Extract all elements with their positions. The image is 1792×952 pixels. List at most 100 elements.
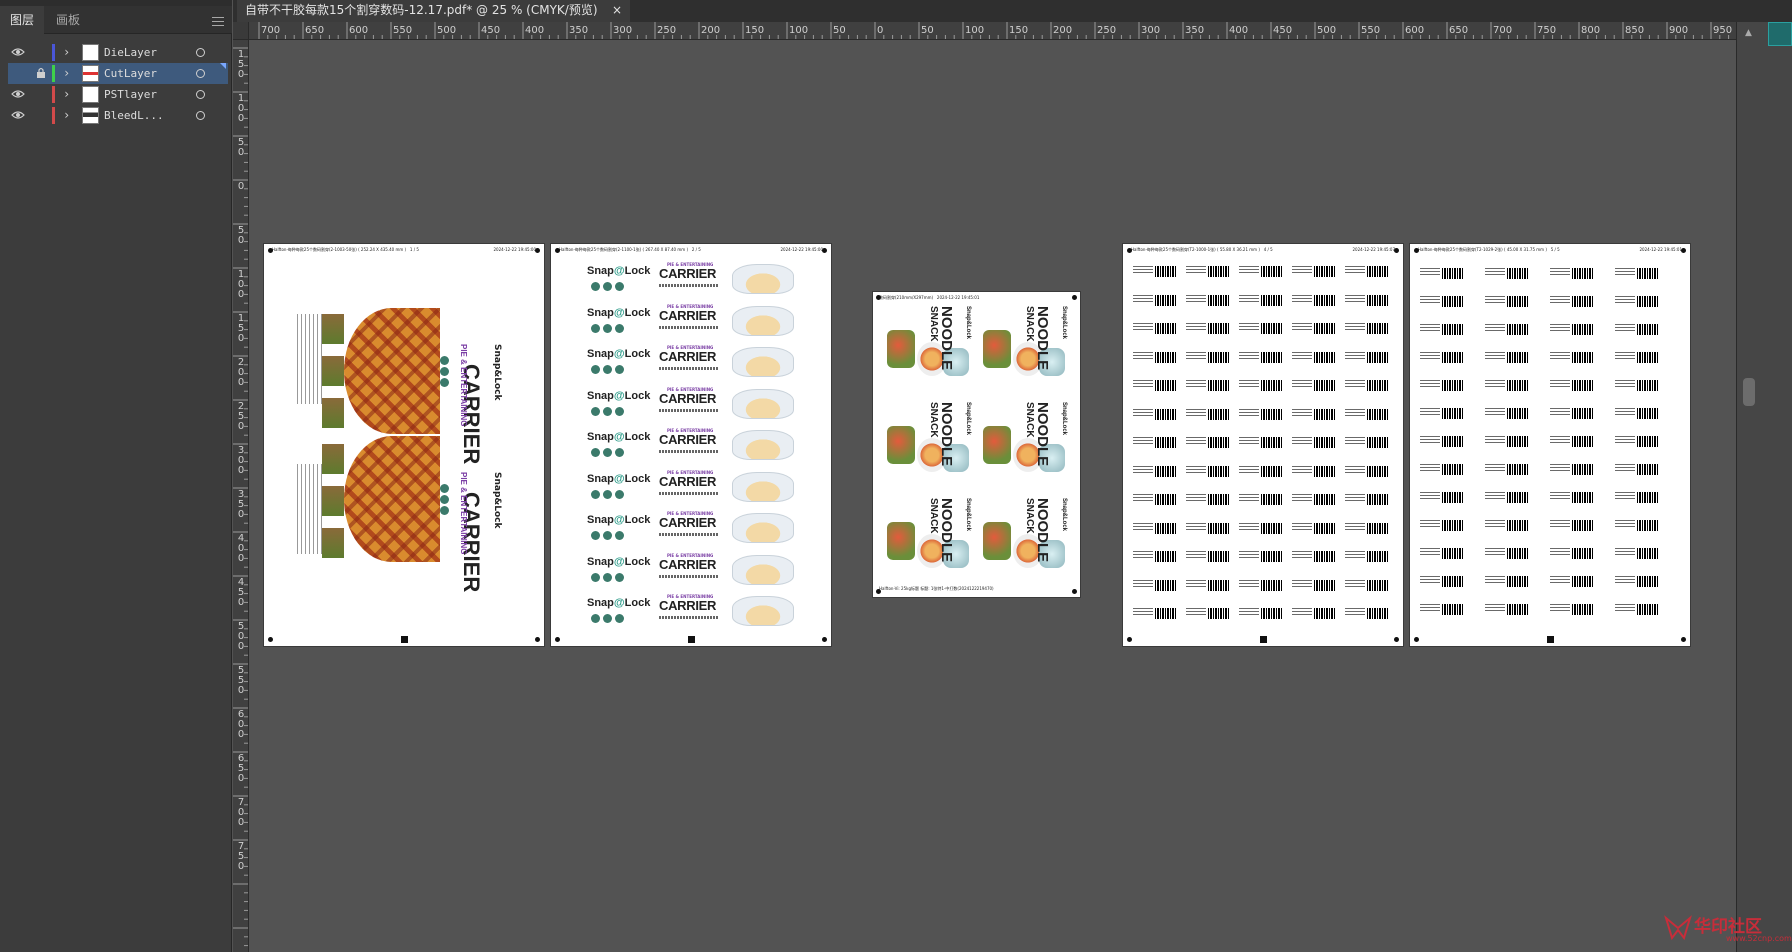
label-text [1615,492,1635,500]
container-image [732,554,794,585]
barcode [1261,380,1283,391]
barcode [1261,465,1283,477]
eye-icon[interactable] [11,46,25,58]
pie-image [344,436,440,562]
product-fine-text [659,325,719,329]
horizontal-ruler[interactable]: 700 650 600 550 500 450 400 350 300 250 200 150 100 5… [249,22,1736,40]
barcode [1367,437,1389,448]
label-text [1550,436,1570,444]
barcode [1442,604,1464,615]
registration-mark [535,248,540,253]
chevron-right-icon[interactable]: › [63,44,75,60]
tab-artboards[interactable]: 画板 [46,6,90,34]
ruler-origin[interactable] [233,22,249,40]
lock-icon[interactable] [35,67,47,79]
ruler-label: 0 [237,181,245,192]
label-text [1133,465,1153,474]
artboard-4[interactable]: Halfton-每种每款25个数码割穿(T2-1000-1张) ( 55.80 … [1123,244,1403,646]
registration-mark [822,637,827,642]
ruler-label: 250 [1097,25,1117,36]
barcode [1637,408,1659,419]
layer-target-circle[interactable] [196,69,205,78]
barcode [1208,294,1230,306]
label-text [1615,604,1635,612]
carrier-row: Snap@Lock PIE & ENTERTAINING CARRIER [587,387,794,423]
label-text [1186,494,1206,502]
barcode [1442,436,1464,447]
layer-color-bar [52,65,55,82]
layer-target-circle[interactable] [196,111,205,120]
dock-panel-icon[interactable] [1768,22,1792,46]
document-title: 自带不干胶每款15个割穿数码-12.17.pdf* @ 25 % (CMYK/预… [245,3,598,17]
chevron-right-icon[interactable]: › [63,107,75,123]
tab-layers[interactable]: 图层 [0,6,45,34]
barcode [1367,494,1389,505]
barcode [1442,548,1464,559]
barcode [1314,465,1336,477]
layer-row-cutlayer[interactable]: › CutLayer [8,63,228,84]
layer-row-dielayer[interactable]: › DieLayer [8,42,228,63]
chevron-right-icon[interactable]: › [63,65,75,81]
layer-name[interactable]: BleedL... [104,105,164,126]
ruler-label: 50 [237,137,245,158]
barcode [1208,408,1230,420]
chevron-right-icon[interactable]: › [63,86,75,102]
barcode [1155,408,1177,420]
layer-target-circle[interactable] [196,90,205,99]
barcode [1442,296,1464,307]
food-image [322,314,344,344]
scrollbar-thumb[interactable] [1743,378,1755,406]
ruler-label: 100 [237,269,245,300]
ruler-label: 600 [1405,25,1425,36]
ruler-label: 750 [1537,25,1557,36]
brand-logo: Snap@Lock [587,348,651,360]
label-text [1133,351,1153,360]
watermark: 华印社区 www.52cnp.com [1664,912,1792,948]
barcode [1637,604,1659,615]
canvas[interactable]: Halfton-每种每款25个数码割穿(2-1003-50张) ( 252.24… [249,40,1736,952]
noodle-label: NOODLE SNACK Snap&Lock [883,496,973,588]
close-icon[interactable]: × [612,0,622,20]
layer-name[interactable]: CutLayer [104,63,157,84]
feature-icon [591,614,600,623]
barcode [1442,576,1464,587]
product-title: NOODLE [1034,306,1051,371]
ruler-label: 600 [237,709,245,740]
layer-row-pstlayer[interactable]: › PSTlayer [8,84,228,105]
label-text [1239,465,1259,474]
artboard-3[interactable]: 数码割穿(210mm/X297mm) 2024-12-22 19:45:01 H… [873,292,1080,597]
layer-name[interactable]: PSTlayer [104,84,157,105]
eye-icon[interactable] [11,109,25,121]
barcode [1155,551,1177,562]
layer-row-bleedlayer[interactable]: › BleedL... [8,105,228,126]
label-text [1550,324,1570,332]
barcode [1367,294,1389,306]
vertical-ruler[interactable]: 1501005005010015020025030035040045050055… [233,40,249,952]
label-text [1485,324,1505,332]
eye-icon[interactable] [11,88,25,100]
label-text [1133,579,1153,588]
barcode [1261,351,1283,363]
label-text [1239,551,1259,559]
document-tab[interactable]: 自带不干胶每款15个割穿数码-12.17.pdf* @ 25 % (CMYK/预… [237,0,630,22]
layer-thumbnail [82,86,99,103]
artboard-2[interactable]: Halfton-每种每款25个数码割穿(2-1100-1张) ( 267.40 … [551,244,831,646]
label-text [1550,520,1570,528]
vertical-scrollbar[interactable]: ▲ [1736,22,1792,952]
barcode [1261,323,1283,334]
label-text [1420,408,1440,416]
noodle-label: NOODLE SNACK Snap&Lock [883,304,973,396]
label-text [1292,266,1312,274]
product-title-2: SNACK [928,498,939,534]
scroll-up-icon[interactable]: ▲ [1745,28,1752,38]
panel-menu-icon[interactable] [210,14,226,28]
feature-icon [603,489,612,499]
layer-target-circle[interactable] [196,48,205,57]
carrier-row: Snap@Lock PIE & ENTERTAINING CARRIER [587,511,794,547]
artboard-5[interactable]: Halfton-每种每款25个数码割穿(T2-1029-2张) ( 45.00 … [1410,244,1690,646]
feature-icon [603,365,612,374]
layer-name[interactable]: DieLayer [104,42,157,63]
ruler-label: 450 [1273,25,1293,36]
feature-icon [591,406,600,416]
artboard-1[interactable]: Halfton-每种每款25个数码割穿(2-1003-50张) ( 252.24… [264,244,544,646]
